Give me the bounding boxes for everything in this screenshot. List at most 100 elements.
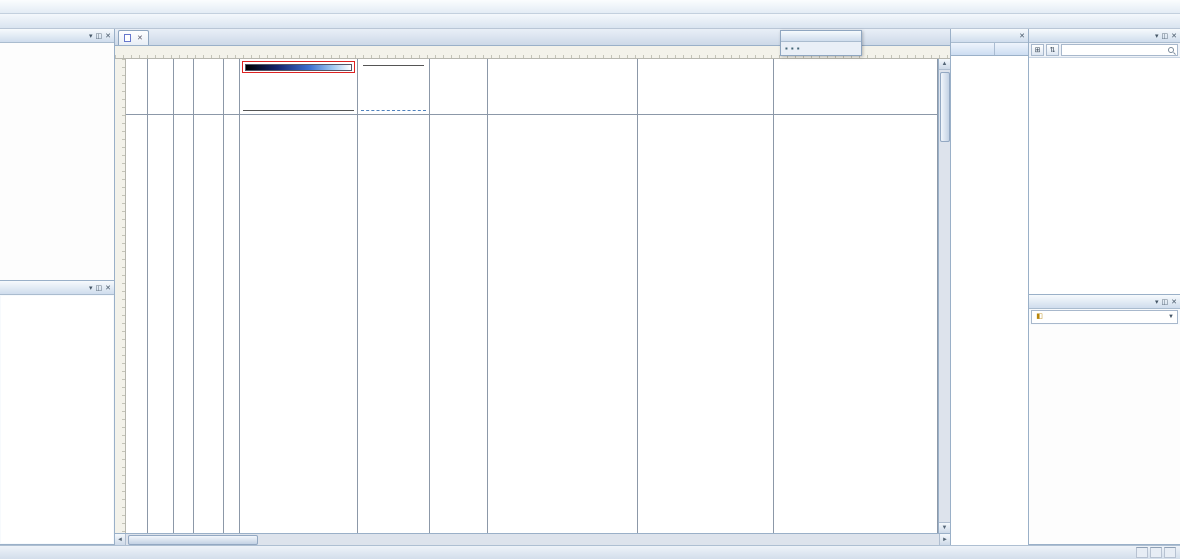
seam-track-header[interactable] <box>126 59 147 115</box>
comment-icon: ◧ <box>1035 313 1044 321</box>
data-table-body <box>951 56 1028 545</box>
histogram-track-body <box>638 115 773 533</box>
vertical-scroll-thumb[interactable] <box>940 72 950 142</box>
tab-close-icon[interactable]: ✕ <box>137 34 143 42</box>
density-track-header[interactable] <box>358 59 429 115</box>
protection-toolbar-title <box>781 31 861 42</box>
properties-title-bar: ▾ ◫ ✕ <box>1029 29 1180 43</box>
ternary-track <box>774 59 938 533</box>
ternary-track-body <box>774 115 937 533</box>
vertical-scrollbar[interactable]: ▲ ▼ <box>938 59 950 533</box>
status-bar <box>0 545 1180 559</box>
well-log-view: ▲ ▼ ◄ ► <box>115 46 950 545</box>
annotation-type-select[interactable]: ◧ ▼ <box>1031 310 1178 324</box>
protection-shield-icon[interactable]: ▪ <box>797 44 800 53</box>
categorize-icon[interactable]: ⊞ <box>1031 44 1044 56</box>
pin-icon[interactable]: ◫ <box>1162 298 1169 306</box>
tvd-track <box>174 59 194 533</box>
porosity-scale[interactable] <box>361 108 426 111</box>
lithology-split-body <box>224 115 239 533</box>
clock <box>1164 547 1176 558</box>
sort-alpha-icon[interactable]: ⇅ <box>1046 44 1059 56</box>
lithology-track-header[interactable] <box>194 59 223 115</box>
close-icon[interactable]: ✕ <box>1019 32 1025 40</box>
document-icon <box>124 34 131 42</box>
caliper-scale[interactable] <box>243 108 354 111</box>
protection-floating-toolbar[interactable]: ▪ ▪ ▪ <box>780 30 862 56</box>
annotation-panel: ▾ ◫ ✕ ◧ ▼ <box>1029 295 1180 545</box>
pin-icon[interactable]: ◫ <box>96 32 103 40</box>
main-toolbar <box>0 14 1180 29</box>
annotation-title-bar: ▾ ◫ ✕ <box>1029 295 1180 309</box>
log-summary-title-bar: ▾ ◫ ✕ <box>0 281 114 295</box>
panel-menu-icon[interactable]: ▾ <box>1155 298 1159 306</box>
lithology-track <box>194 59 224 533</box>
cross-plot-header[interactable] <box>488 59 637 115</box>
lithology-track-body <box>194 115 223 533</box>
track-row: ▲ ▼ <box>115 59 950 533</box>
vertical-ruler <box>115 59 126 533</box>
scroll-down-icon[interactable]: ▼ <box>939 522 950 533</box>
main-area: ▾ ◫ ✕ ▾ ◫ ✕ <box>0 29 1180 545</box>
right-dock: ▾ ◫ ✕ ⊞ ⇅ <box>1028 29 1180 545</box>
document-tab[interactable]: ✕ <box>118 30 149 45</box>
density-track <box>358 59 430 533</box>
scroll-up-icon[interactable]: ▲ <box>939 59 950 70</box>
properties-panel: ▾ ◫ ✕ ⊞ ⇅ <box>1029 29 1180 295</box>
num-lock-indicator <box>1150 547 1162 558</box>
data-table-title-bar: ✕ <box>951 29 1028 43</box>
vol-analysis-track-body <box>430 115 487 533</box>
histogram-track <box>638 59 774 533</box>
density-track-body <box>358 115 429 533</box>
data-table-panel: ✕ <box>950 29 1028 545</box>
vol-analysis-header[interactable] <box>430 59 487 115</box>
pin-icon[interactable]: ◫ <box>1162 32 1169 40</box>
scroll-right-icon[interactable]: ► <box>939 534 950 545</box>
pin-icon[interactable]: ◫ <box>96 284 103 292</box>
depth-track <box>148 59 174 533</box>
ternary-header[interactable] <box>774 59 937 115</box>
horizontal-scroll-thumb[interactable] <box>128 535 258 545</box>
close-icon[interactable]: ✕ <box>105 32 111 40</box>
gamma-palette-bar <box>245 64 352 71</box>
depth-track-header[interactable] <box>148 59 173 115</box>
menu-bar <box>0 0 1180 14</box>
gamma-ray-track-header[interactable] <box>240 59 357 115</box>
gamma-ray-scale-selected[interactable] <box>242 61 355 73</box>
explorer-tree <box>0 43 114 280</box>
properties-toolbar: ⊞ ⇅ <box>1029 43 1180 58</box>
panel-menu-icon[interactable]: ▾ <box>89 284 93 292</box>
protection-lock-icon[interactable]: ▪ <box>785 44 788 53</box>
log-summary-panel: ▾ ◫ ✕ <box>0 281 114 545</box>
cross-plot-track-body <box>488 115 637 533</box>
close-icon[interactable]: ✕ <box>1171 298 1177 306</box>
document-area: ✕ <box>115 29 950 545</box>
explorer-title-bar: ▾ ◫ ✕ <box>0 29 114 43</box>
seam-track-body <box>126 115 147 533</box>
tvd-track-header[interactable] <box>174 59 193 115</box>
search-icon <box>1168 47 1174 53</box>
lithology-split-header[interactable] <box>224 59 239 115</box>
code-column-header[interactable] <box>995 43 1028 55</box>
protection-key-icon[interactable]: ▪ <box>791 44 794 53</box>
search-input[interactable] <box>1061 44 1178 56</box>
left-dock: ▾ ◫ ✕ ▾ ◫ ✕ <box>0 29 115 545</box>
tvd-track-body <box>174 115 193 533</box>
close-icon[interactable]: ✕ <box>1171 32 1177 40</box>
vol-analysis-track <box>430 59 488 533</box>
depth-track-body <box>148 115 173 533</box>
scroll-left-icon[interactable]: ◄ <box>115 534 126 545</box>
depth-column-header[interactable] <box>951 43 995 55</box>
annotation-list <box>1029 325 1180 544</box>
horizontal-scrollbar[interactable]: ◄ ► <box>115 533 950 545</box>
seam-track <box>126 59 148 533</box>
cross-plot-track <box>488 59 638 533</box>
density-scale[interactable] <box>360 61 427 68</box>
histogram-header[interactable] <box>638 59 773 115</box>
panel-menu-icon[interactable]: ▾ <box>89 32 93 40</box>
data-table-header <box>951 43 1028 56</box>
close-icon[interactable]: ✕ <box>105 284 111 292</box>
gamma-ray-track-body <box>240 115 357 533</box>
panel-menu-icon[interactable]: ▾ <box>1155 32 1159 40</box>
properties-grid <box>1029 58 1180 294</box>
